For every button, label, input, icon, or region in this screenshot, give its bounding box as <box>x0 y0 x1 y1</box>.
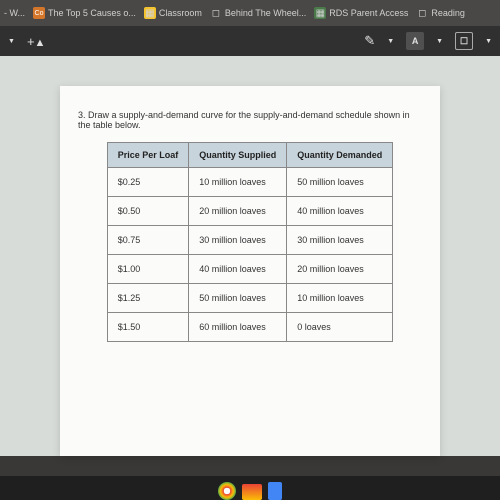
question-text: 3. Draw a supply-and-demand curve for th… <box>78 110 422 130</box>
bookmark-label: RDS Parent Access <box>329 8 408 18</box>
add-person-button[interactable]: +▲ <box>27 34 45 49</box>
chevron-down-icon: ▼ <box>436 38 443 45</box>
bookmark-label: The Top 5 Causes o... <box>48 8 136 18</box>
col-header: Quantity Supplied <box>189 143 287 168</box>
table-cell: 0 loaves <box>287 313 393 342</box>
table-cell: $1.25 <box>107 284 189 313</box>
box-button[interactable]: ☐ <box>455 32 473 50</box>
table-cell: $0.75 <box>107 226 189 255</box>
docs-icon[interactable] <box>268 482 282 500</box>
table-cell: $0.50 <box>107 197 189 226</box>
pen-icon[interactable]: ✎ <box>364 33 375 49</box>
chrome-icon[interactable] <box>218 482 236 500</box>
chevron-down-icon: ▼ <box>485 38 492 45</box>
bookmark-item[interactable]: Co The Top 5 Causes o... <box>33 7 136 19</box>
bookmark-item[interactable]: - W... <box>4 8 25 18</box>
table-cell: 50 million loaves <box>189 284 287 313</box>
bookmark-label: Behind The Wheel... <box>225 8 306 18</box>
chevron-down-icon: ▼ <box>387 38 394 45</box>
text-style-button[interactable]: A <box>406 32 424 50</box>
table-row: $1.0040 million loaves20 million loaves <box>107 255 393 284</box>
table-row: $1.5060 million loaves0 loaves <box>107 313 393 342</box>
table-cell: 10 million loaves <box>189 168 287 197</box>
table-cell: 50 million loaves <box>287 168 393 197</box>
table-cell: 30 million loaves <box>287 226 393 255</box>
table-row: $0.7530 million loaves30 million loaves <box>107 226 393 255</box>
table-cell: 20 million loaves <box>189 197 287 226</box>
bookmark-label: Classroom <box>159 8 202 18</box>
table-cell: 10 million loaves <box>287 284 393 313</box>
bookmark-item[interactable]: ◻ Reading <box>416 7 465 19</box>
table-header-row: Price Per Loaf Quantity Supplied Quantit… <box>107 143 393 168</box>
taskbar <box>0 476 500 500</box>
bookmarks-bar: - W... Co The Top 5 Causes o... ▦ Classr… <box>0 0 500 26</box>
classroom-icon: ▦ <box>144 7 156 19</box>
table-cell: $0.25 <box>107 168 189 197</box>
col-header: Quantity Demanded <box>287 143 393 168</box>
bookmark-item[interactable]: ▦ RDS Parent Access <box>314 7 408 19</box>
gmail-icon[interactable] <box>242 484 262 500</box>
table-cell: $1.00 <box>107 255 189 284</box>
app-toolbar: ▼ +▲ ✎ ▼ A ▼ ☐ ▼ <box>0 26 500 56</box>
col-header: Price Per Loaf <box>107 143 189 168</box>
table-cell: 20 million loaves <box>287 255 393 284</box>
dropdown-icon[interactable]: ▼ <box>8 38 15 45</box>
bookmark-label: Reading <box>431 8 465 18</box>
table-cell: 40 million loaves <box>287 197 393 226</box>
table-cell: 30 million loaves <box>189 226 287 255</box>
table-cell: 40 million loaves <box>189 255 287 284</box>
table-cell: $1.50 <box>107 313 189 342</box>
table-row: $1.2550 million loaves10 million loaves <box>107 284 393 313</box>
page-icon: ◻ <box>210 7 222 19</box>
table-row: $0.5020 million loaves40 million loaves <box>107 197 393 226</box>
document-page: 3. Draw a supply-and-demand curve for th… <box>60 86 440 456</box>
bookmark-item[interactable]: ◻ Behind The Wheel... <box>210 7 306 19</box>
rds-icon: ▦ <box>314 7 326 19</box>
bookmark-icon: Co <box>33 7 45 19</box>
bookmark-item[interactable]: ▦ Classroom <box>144 7 202 19</box>
page-icon: ◻ <box>416 7 428 19</box>
table-row: $0.2510 million loaves50 million loaves <box>107 168 393 197</box>
table-cell: 60 million loaves <box>189 313 287 342</box>
bookmark-label: - W... <box>4 8 25 18</box>
supply-demand-table: Price Per Loaf Quantity Supplied Quantit… <box>107 142 394 342</box>
document-canvas[interactable]: 3. Draw a supply-and-demand curve for th… <box>0 56 500 456</box>
